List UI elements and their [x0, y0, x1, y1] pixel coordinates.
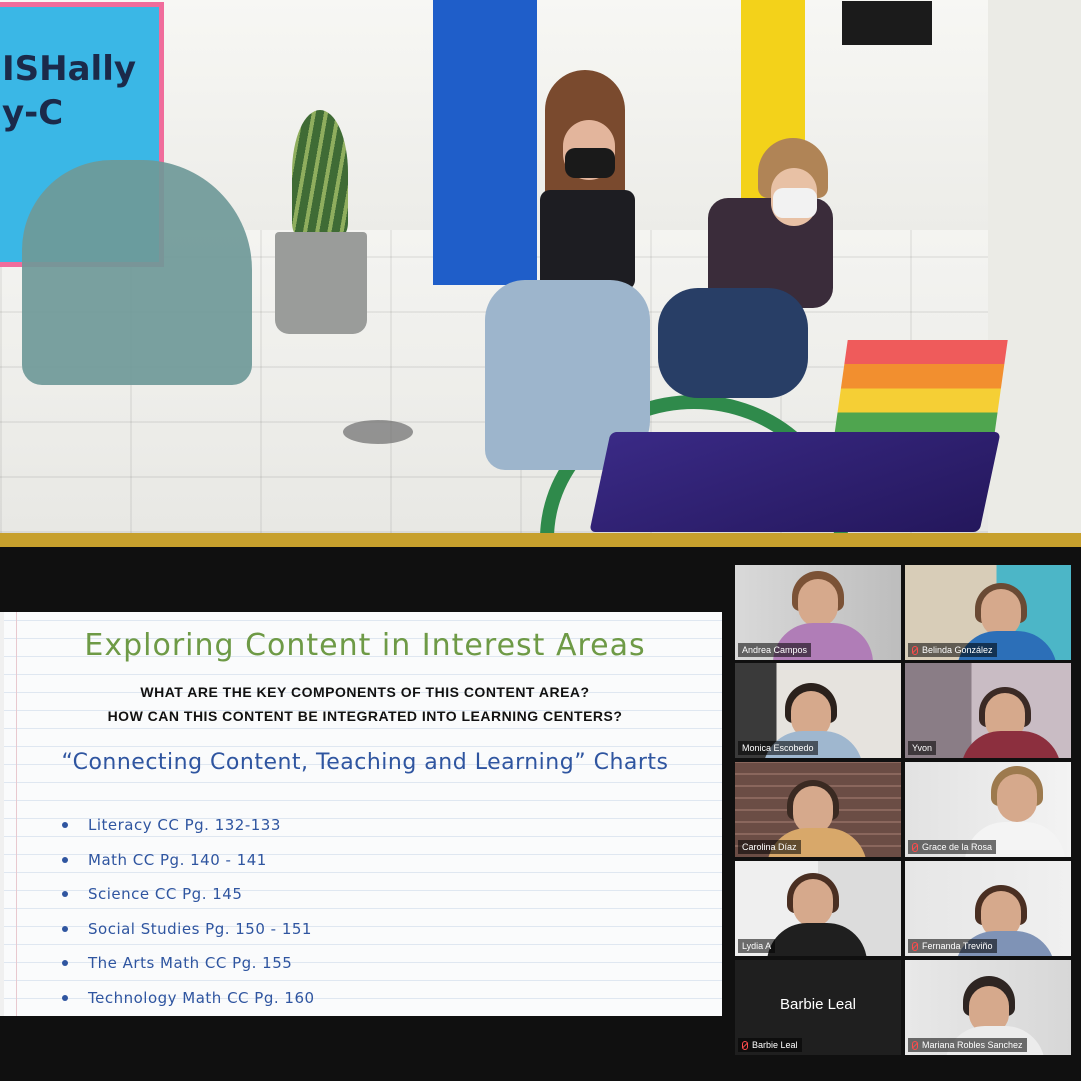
bullet-icon [62, 994, 68, 1001]
slide-bullet-list: Literacy CC Pg. 132-133 Math CC Pg. 140 … [62, 808, 315, 1015]
participant-tile-monica-escobedo[interactable]: Monica Escobedo [735, 663, 901, 758]
elephant-shelf [22, 160, 252, 385]
plant-pot [275, 232, 367, 334]
list-item-text: Math CC Pg. 140 - 141 [88, 850, 267, 869]
muted-mic-icon [912, 941, 918, 951]
participant-name-label: Barbie Leal [738, 1038, 802, 1052]
participant-name-label: Yvon [908, 741, 937, 755]
participant-tile-grace-de-la-rosa[interactable]: Grace de la Rosa [905, 762, 1071, 857]
participant-name-label: Fernanda Treviño [908, 939, 997, 953]
list-item: Technology Math CC Pg. 160 [62, 981, 315, 1016]
notebook-margin-line [16, 612, 17, 1016]
divider-bar [0, 533, 1081, 547]
person-kneeling-right [648, 138, 848, 418]
wall-tv [842, 1, 932, 45]
participant-tile-barbie-leal[interactable]: Barbie Leal Barbie Leal [735, 960, 901, 1055]
muted-mic-icon [912, 645, 918, 655]
participant-tile-yvon[interactable]: Yvon [905, 663, 1071, 758]
participant-tile-fernanda-trevino[interactable]: Fernanda Treviño [905, 861, 1071, 956]
video-off-name: Barbie Leal [780, 996, 856, 1013]
participant-name-label: Lydia A [738, 939, 776, 953]
person-kneeling-left [465, 70, 670, 470]
muted-mic-icon [742, 1040, 748, 1050]
list-item-text: Literacy CC Pg. 132-133 [88, 816, 281, 835]
slide-subtitle: “Connecting Content, Teaching and Learni… [61, 750, 669, 775]
list-item: Literacy CC Pg. 132-133 [62, 808, 315, 843]
list-item: Social Studies Pg. 150 - 151 [62, 912, 315, 947]
participant-tile-mariana-robles-sanchez[interactable]: Mariana Robles Sanchez [905, 960, 1071, 1055]
list-item-text: Social Studies Pg. 150 - 151 [88, 919, 312, 938]
list-item: The Arts Math CC Pg. 155 [62, 946, 315, 981]
participant-name-label: Monica Escobedo [738, 741, 818, 755]
list-item-text: The Arts Math CC Pg. 155 [88, 954, 293, 973]
participant-tile-carolina-diaz[interactable]: Carolina Díaz [735, 762, 901, 857]
participant-name-label: Mariana Robles Sanchez [908, 1038, 1027, 1052]
slide-question-2: HOW CAN THIS CONTENT BE INTEGRATED INTO … [107, 708, 623, 724]
bullet-icon [62, 960, 68, 967]
plant-leaves [292, 110, 348, 235]
muted-mic-icon [912, 842, 918, 852]
shared-slide: Exploring Content in Interest Areas WHAT… [0, 612, 722, 1016]
bullet-icon [62, 822, 68, 829]
list-item-text: Science CC Pg. 145 [88, 885, 243, 904]
list-item-text: Technology Math CC Pg. 160 [88, 988, 315, 1007]
participant-name-label: Belinda González [908, 643, 997, 657]
classroom-photo: ISHally y-C [0, 0, 1081, 533]
purple-paper [589, 432, 1001, 532]
participant-tile-andrea-campos[interactable]: Andrea Campos [735, 565, 901, 660]
participant-tile-belinda-gonzalez[interactable]: Belinda González [905, 565, 1071, 660]
participant-tile-lydia-a[interactable]: Lydia A [735, 861, 901, 956]
list-item: Math CC Pg. 140 - 141 [62, 843, 315, 878]
participant-name-label: Carolina Díaz [738, 840, 801, 854]
participant-name-label: Andrea Campos [738, 643, 812, 657]
right-wall [988, 0, 1081, 533]
paw-print [343, 420, 413, 444]
slide-question-1: WHAT ARE THE KEY COMPONENTS OF THIS CONT… [140, 684, 590, 700]
bullet-icon [62, 925, 68, 932]
list-item: Science CC Pg. 145 [62, 877, 315, 912]
bullet-icon [62, 891, 68, 898]
participant-name-label: Grace de la Rosa [908, 840, 997, 854]
bullet-icon [62, 856, 68, 863]
slide-title: Exploring Content in Interest Areas [84, 628, 646, 663]
mural-text: ISHally y-C [2, 49, 137, 133]
muted-mic-icon [912, 1040, 918, 1050]
